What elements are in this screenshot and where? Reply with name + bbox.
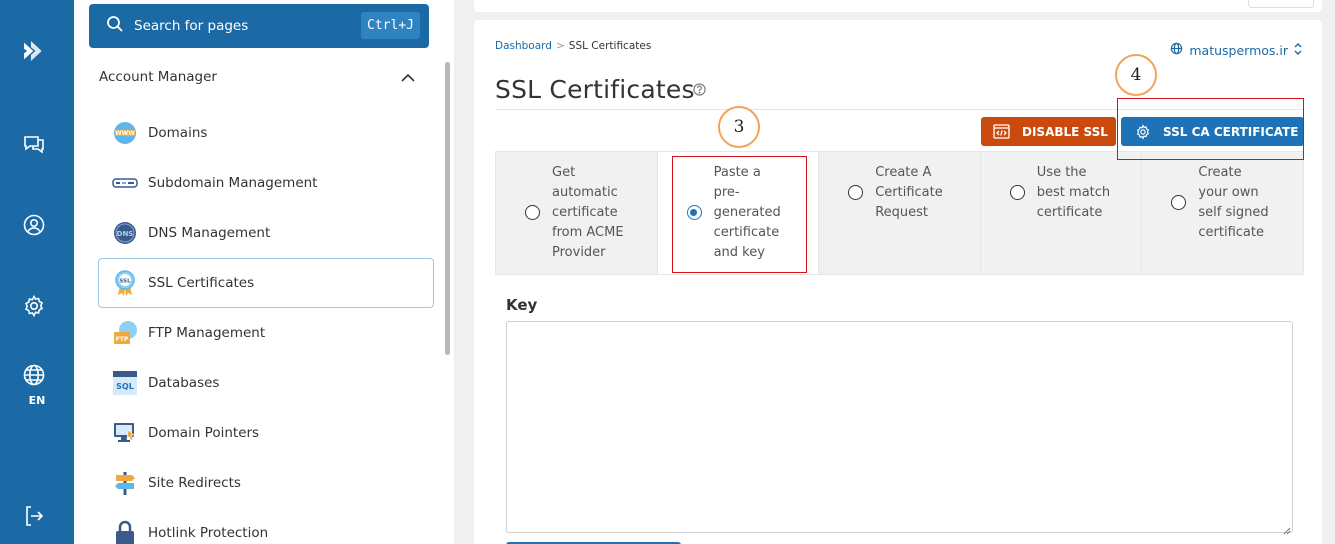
sidebar-item-label: Databases xyxy=(148,375,220,391)
option-label-line: from ACME xyxy=(552,225,624,240)
globe-icon xyxy=(1170,42,1183,58)
logout-icon[interactable] xyxy=(21,503,47,529)
option-label: Create A Certificate Request xyxy=(875,163,965,223)
sidebar-item-label: FTP Management xyxy=(148,325,266,341)
option-label: Get automatic certificate from ACME Prov… xyxy=(552,163,642,263)
page-title: SSL Certificates xyxy=(495,75,695,104)
option-label: Create your own self signed certificate xyxy=(1198,163,1288,243)
breadcrumb-separator: > xyxy=(555,40,565,52)
sql-icon: SQL xyxy=(112,370,138,396)
key-textarea[interactable] xyxy=(506,321,1293,533)
sidebar-item-label: Site Redirects xyxy=(148,475,241,491)
radio-button[interactable] xyxy=(525,205,540,220)
top-card-button[interactable] xyxy=(1248,0,1314,8)
option-label-line: Use the xyxy=(1036,165,1087,180)
chat-icon[interactable] xyxy=(21,131,47,157)
left-rail: EN xyxy=(0,0,74,544)
option-label-line: Create xyxy=(1198,165,1242,180)
radio-button[interactable] xyxy=(848,185,864,200)
lock-icon xyxy=(112,520,138,544)
radio-button[interactable] xyxy=(1171,195,1187,210)
sidebar-item-ftp-management[interactable]: FTP FTP Management xyxy=(98,308,434,358)
annotation-box-3 xyxy=(672,156,807,273)
resize-handle-icon[interactable] xyxy=(1282,522,1291,540)
annotation-box-4 xyxy=(1117,98,1304,160)
signpost-icon xyxy=(112,470,138,496)
search-input[interactable]: Search for pages xyxy=(134,18,248,34)
option-label-line: best match xyxy=(1036,185,1111,200)
disable-ssl-label: DISABLE SSL xyxy=(1022,124,1108,139)
option-label-line: your own xyxy=(1198,185,1259,200)
sidebar-item-label: Hotlink Protection xyxy=(148,525,269,541)
sidebar-item-label: Subdomain Management xyxy=(148,175,318,191)
sidebar-item-ssl-certificates[interactable]: SSL SSL Certificates xyxy=(98,258,434,308)
option-label-line: Create A xyxy=(875,165,932,180)
option-label: Use the best match certificate xyxy=(1037,163,1127,223)
globe-icon[interactable] xyxy=(21,362,47,388)
sidebar-item-label: Domains xyxy=(148,125,208,141)
svg-text:WWW: WWW xyxy=(115,130,135,137)
ftp-icon: FTP xyxy=(112,320,138,346)
radio-button[interactable] xyxy=(1009,185,1025,200)
code-window-icon xyxy=(993,124,1010,139)
subdomain-icon xyxy=(112,170,138,196)
pointer-monitor-icon xyxy=(112,420,138,446)
sidebar-item-label: SSL Certificates xyxy=(148,275,255,291)
sidebar-item-hotlink-protection[interactable]: Hotlink Protection xyxy=(98,508,434,544)
search-bar[interactable]: Search for pages Ctrl+J xyxy=(89,4,429,48)
disable-ssl-button[interactable]: DISABLE SSL xyxy=(981,117,1116,146)
option-label-line: Certificate xyxy=(875,185,943,200)
section-title[interactable]: Account Manager xyxy=(99,69,217,85)
annotation-marker-4: 4 xyxy=(1115,54,1157,96)
sidebar-item-site-redirects[interactable]: Site Redirects xyxy=(98,458,434,508)
sidebar-item-domain-pointers[interactable]: Domain Pointers xyxy=(98,408,434,458)
option-label-line: Provider xyxy=(552,245,606,260)
sidebar-item-label: DNS Management xyxy=(148,225,271,241)
www-icon: WWW xyxy=(112,120,138,146)
breadcrumb-dashboard-link[interactable]: Dashboard xyxy=(495,40,552,52)
self-signed-option[interactable]: Create your own self signed certificate xyxy=(1142,152,1303,274)
search-shortcut: Ctrl+J xyxy=(361,12,420,39)
search-icon xyxy=(106,15,124,38)
sidebar-item-domains[interactable]: WWW Domains xyxy=(98,108,434,158)
svg-text:SQL: SQL xyxy=(116,382,134,391)
option-label-line: automatic xyxy=(552,185,618,200)
language-label[interactable]: EN xyxy=(0,394,74,407)
domain-selector[interactable]: matuspermos.ir xyxy=(1170,42,1302,58)
breadcrumb: Dashboard > SSL Certificates xyxy=(495,40,651,52)
svg-text:DNS: DNS xyxy=(117,230,134,238)
help-icon[interactable] xyxy=(693,83,706,101)
acme-option[interactable]: Get automatic certificate from ACME Prov… xyxy=(496,152,658,274)
annotation-marker-3: 3 xyxy=(718,106,760,148)
sidebar-item-databases[interactable]: SQL Databases xyxy=(98,358,434,408)
certificate-request-option[interactable]: Create A Certificate Request xyxy=(819,152,981,274)
ssl-badge-icon: SSL xyxy=(112,270,138,296)
top-card xyxy=(474,0,1322,12)
chevron-up-down-icon xyxy=(1294,42,1302,58)
sidebar-item-subdomain-management[interactable]: Subdomain Management xyxy=(98,158,434,208)
option-label-line: Get xyxy=(552,165,576,180)
settings-icon[interactable] xyxy=(21,293,47,319)
logo-icon[interactable] xyxy=(21,38,47,64)
sidebar: Search for pages Ctrl+J Account Manager … xyxy=(74,0,454,544)
chevron-up-icon[interactable] xyxy=(400,70,416,91)
option-label-line: self signed xyxy=(1198,205,1269,220)
user-icon[interactable] xyxy=(21,212,47,238)
option-label-line: Request xyxy=(875,205,928,220)
best-match-option[interactable]: Use the best match certificate xyxy=(981,152,1143,274)
sidebar-item-dns-management[interactable]: DNS DNS Management xyxy=(98,208,434,258)
dns-icon: DNS xyxy=(112,220,138,246)
option-label-line: certificate xyxy=(1198,225,1264,240)
option-label-line: certificate xyxy=(552,205,618,220)
key-label: Key xyxy=(506,296,538,314)
sidebar-scrollbar[interactable] xyxy=(445,62,450,355)
breadcrumb-current: SSL Certificates xyxy=(568,40,652,52)
svg-text:FTP: FTP xyxy=(116,336,129,343)
sidebar-item-label: Domain Pointers xyxy=(148,425,260,441)
domain-name: matuspermos.ir xyxy=(1189,42,1288,58)
svg-text:SSL: SSL xyxy=(119,279,131,285)
certificate-options: Get automatic certificate from ACME Prov… xyxy=(495,151,1304,275)
option-label-line: certificate xyxy=(1036,205,1103,220)
